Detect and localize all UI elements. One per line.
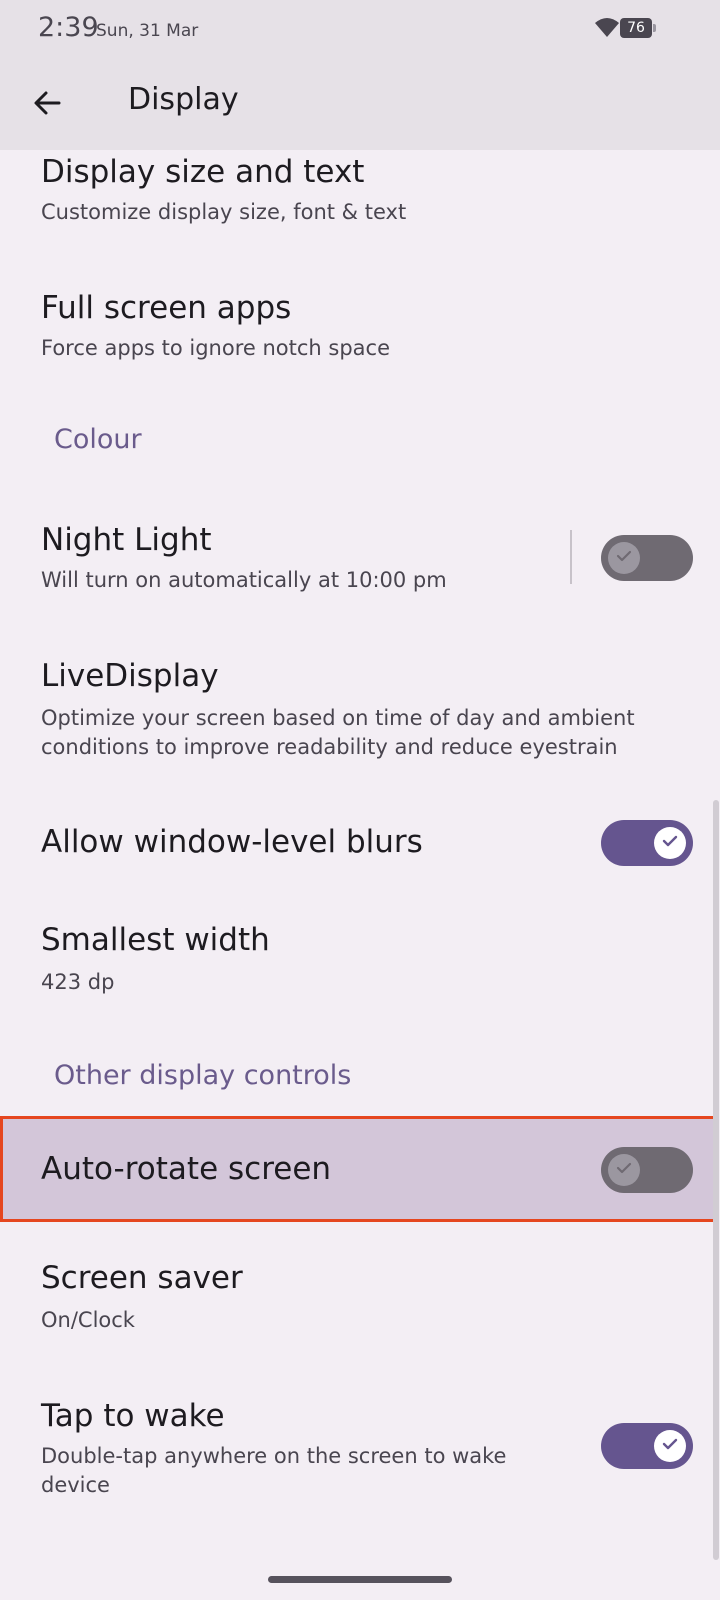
- page-title: Display: [128, 82, 239, 117]
- section-header-other-display-controls: Other display controls: [54, 1060, 352, 1091]
- divider: [570, 530, 572, 584]
- auto-rotate-screen-item[interactable]: Auto-rotate screen: [0, 1116, 716, 1222]
- app-bar: Display: [0, 60, 720, 150]
- check-icon: [661, 832, 679, 854]
- back-button[interactable]: [18, 76, 76, 134]
- toggle-knob: [654, 1430, 686, 1462]
- item-title: Auto-rotate screen: [41, 1151, 332, 1187]
- status-time: 2:39: [38, 12, 99, 43]
- status-bar: 2:39 Sun, 31 Mar 76: [0, 0, 720, 60]
- full-screen-apps-item[interactable]: Full screen apps Force apps to ignore no…: [0, 280, 720, 390]
- auto-rotate-toggle[interactable]: [601, 1147, 693, 1193]
- item-subtitle: 423 dp: [41, 970, 115, 994]
- item-subtitle: Force apps to ignore notch space: [41, 336, 391, 360]
- smallest-width-item[interactable]: Smallest width 423 dp: [0, 910, 720, 1020]
- item-title: Tap to wake: [41, 1398, 225, 1434]
- item-subtitle: Double-tap anywhere on the screen to wak…: [41, 1444, 507, 1497]
- display-size-item[interactable]: Display size and text Customize display …: [0, 150, 720, 270]
- toggle-knob: [654, 827, 686, 859]
- tap-to-wake-item[interactable]: Tap to wake Double-tap anywhere on the s…: [0, 1390, 720, 1520]
- battery-level: 76: [620, 18, 652, 38]
- item-subtitle: Customize display size, font & text: [41, 200, 407, 224]
- item-title: Screen saver: [41, 1260, 243, 1296]
- scrollbar[interactable]: [713, 800, 719, 1560]
- status-date: Sun, 31 Mar: [96, 21, 199, 41]
- item-title: Display size and text: [41, 154, 365, 190]
- item-subtitle: On/Clock: [41, 1308, 135, 1332]
- arrow-left-icon: [31, 87, 63, 123]
- window-blurs-toggle[interactable]: [601, 820, 693, 866]
- item-subtitle: Optimize your screen based on time of da…: [41, 706, 635, 759]
- tap-to-wake-toggle[interactable]: [601, 1423, 693, 1469]
- check-icon: [661, 1435, 679, 1457]
- battery-tip: [653, 24, 656, 32]
- toggle-knob: [608, 542, 640, 574]
- item-title: Smallest width: [41, 922, 270, 958]
- item-subtitle: Will turn on automatically at 10:00 pm: [41, 568, 447, 592]
- window-blurs-item[interactable]: Allow window-level blurs: [0, 800, 720, 890]
- item-title: Allow window-level blurs: [41, 824, 423, 860]
- item-title: LiveDisplay: [41, 658, 219, 694]
- check-icon: [615, 547, 633, 569]
- night-light-toggle[interactable]: [601, 535, 693, 581]
- section-header-colour: Colour: [54, 424, 142, 455]
- settings-list: Display size and text Customize display …: [0, 150, 720, 1550]
- navigation-handle[interactable]: [268, 1576, 452, 1583]
- item-title: Night Light: [41, 522, 212, 558]
- night-light-item[interactable]: Night Light Will turn on automatically a…: [0, 510, 720, 620]
- live-display-item[interactable]: LiveDisplay Optimize your screen based o…: [0, 650, 720, 780]
- battery-icon: 76: [620, 18, 656, 38]
- check-icon: [615, 1159, 633, 1181]
- toggle-knob: [608, 1154, 640, 1186]
- item-title: Full screen apps: [41, 290, 292, 326]
- screen-saver-item[interactable]: Screen saver On/Clock: [0, 1250, 720, 1360]
- wifi-icon: [594, 17, 620, 43]
